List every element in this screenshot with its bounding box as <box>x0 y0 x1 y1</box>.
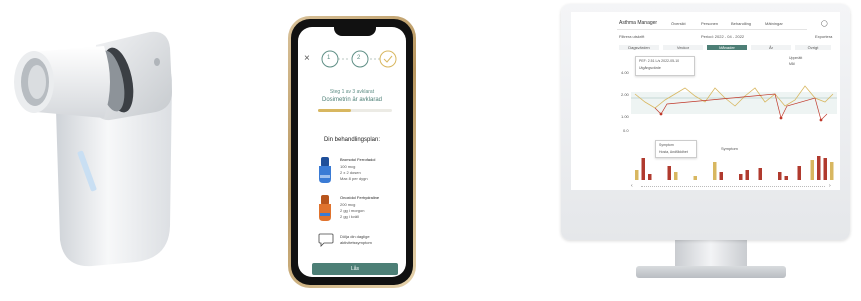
medication-dose: 200 mcg <box>340 202 356 207</box>
bar-tooltip: Symptom Hosta, Andfåddhet <box>655 140 697 158</box>
y-tick-label: 4.00 <box>621 70 629 75</box>
tab-weeks[interactable]: Veckor <box>663 45 703 50</box>
symptom-bar[interactable] <box>641 158 646 180</box>
nav-item[interactable]: Mätningar <box>765 21 783 26</box>
tab-days[interactable]: Dagsvärden <box>619 45 659 50</box>
medication-dose: 100 mcg <box>340 164 356 169</box>
symptom-bar[interactable] <box>830 162 834 180</box>
chevron-right-icon[interactable]: › <box>829 183 831 189</box>
phone-notch <box>334 27 376 36</box>
tab-other[interactable]: Övrigt <box>795 45 831 50</box>
bar-tooltip-line: Hosta, Andfåddhet <box>659 150 688 154</box>
monitor-screen: Asthma Manager Översikt Personen Behandl… <box>571 12 840 190</box>
step-status-text: Steg 1 av 3 avklarat <box>329 89 375 95</box>
user-icon[interactable]: ◯ <box>821 20 828 27</box>
medication-schedule: 2 x 2 dosen <box>340 170 361 175</box>
inhaler-blue-icon <box>319 157 331 183</box>
legend-item: Uppmätt <box>789 56 803 60</box>
symptom-bar[interactable] <box>674 172 678 180</box>
continue-button[interactable]: Lås <box>312 263 398 275</box>
data-point[interactable] <box>779 116 783 120</box>
nav-item[interactable]: Översikt <box>671 21 686 26</box>
note-line-1: Dölja din daglige <box>340 234 370 239</box>
symptom-bar[interactable] <box>693 176 698 180</box>
legend-item: Mål <box>789 62 795 66</box>
step-1-label: 1 <box>327 55 331 61</box>
note-line-2: aktivitetssymptom <box>340 240 372 245</box>
spirometer-device <box>0 0 200 296</box>
symptom-bar[interactable] <box>745 170 750 180</box>
step-indicator: × 1 2 <box>298 47 406 71</box>
phone-bezel: × 1 2 Steg 1 av 3 avklarat Dosimetrin är… <box>291 19 413 285</box>
chevron-left-icon[interactable]: ‹ <box>631 183 633 189</box>
symptom-bar[interactable] <box>778 172 782 180</box>
medication-name: Bromotol Ferrofadol <box>340 157 376 162</box>
y-tick-label: 2.00 <box>621 92 629 97</box>
symptom-bar[interactable] <box>667 166 672 180</box>
step-title: Dosimetrin är avklarad <box>321 97 383 103</box>
symptom-bar[interactable] <box>713 162 717 180</box>
chart-tooltip: PEF: 2.51 L/s 2022-05-10 Utgångsvärde <box>635 56 695 76</box>
symptom-bar[interactable] <box>739 174 743 180</box>
timeline-dots <box>641 186 825 188</box>
symptom-bar[interactable] <box>810 160 815 180</box>
symptom-bar[interactable] <box>823 158 828 180</box>
bar-tooltip-title: Symptom <box>659 143 674 147</box>
symptom-bar[interactable] <box>797 166 802 180</box>
medication-item: Bromotol Ferrofadol 100 mcg 2 x 2 dosen … <box>318 155 402 187</box>
monitor-stand-base <box>636 266 786 278</box>
medication-limit: Max 8 per dygn <box>340 176 368 181</box>
tab-years[interactable]: År <box>751 45 791 50</box>
chat-bubble-icon <box>318 233 334 247</box>
data-point[interactable] <box>819 118 823 122</box>
progress-bar <box>318 109 392 112</box>
inhaler-orange-icon <box>319 195 331 221</box>
target-band <box>631 92 837 114</box>
phone-screen: × 1 2 Steg 1 av 3 avklarat Dosimetrin är… <box>298 27 406 277</box>
symptom-bar[interactable] <box>719 172 724 180</box>
symptom-bar[interactable] <box>784 176 789 180</box>
progress-fill <box>318 109 352 112</box>
y-tick-label: 0.0 <box>623 128 629 133</box>
app-title: Asthma Manager <box>619 20 658 26</box>
symptom-bar[interactable] <box>635 170 639 180</box>
medication-name: Onoxidol Ferhydraline <box>340 195 380 200</box>
tooltip-title: PEF: 2.51 L/s 2022-05-10 <box>639 59 680 63</box>
period-tabs: Dagsvärden Veckor Månader År Övrigt <box>619 44 831 51</box>
medication-schedule: 2 gg i morgon <box>340 208 365 213</box>
smartphone: × 1 2 Steg 1 av 3 avklarat Dosimetrin är… <box>288 16 416 288</box>
y-tick-label: 1.00 <box>621 114 629 119</box>
nav-item[interactable]: Behandling <box>731 21 751 26</box>
symptom-bar[interactable] <box>758 168 763 180</box>
tab-months[interactable]: Månader <box>707 45 747 50</box>
desktop-monitor: Asthma Manager Översikt Personen Behandl… <box>561 4 850 240</box>
step-2-label: 2 <box>357 55 361 61</box>
export-link[interactable]: Exportera <box>815 34 832 39</box>
symptom-bar[interactable] <box>817 156 821 180</box>
filter-label[interactable]: Filtrera utskrift <box>619 34 644 39</box>
medication-schedule-2: 2 gg i kväll <box>340 214 359 219</box>
header-divider <box>617 29 807 30</box>
nav-item[interactable]: Personen <box>701 21 718 26</box>
symptom-bar[interactable] <box>648 174 652 180</box>
section-title: Din behandlingsplan: <box>323 137 381 143</box>
medication-item: Onoxidol Ferhydraline 200 mcg 2 gg i mor… <box>318 193 402 225</box>
note-item: Dölja din daglige aktivitetssymptom <box>318 231 402 253</box>
date-range[interactable]: Period: 2022 - 04 - 2022 <box>701 34 744 39</box>
data-point[interactable] <box>659 112 663 116</box>
close-icon[interactable]: × <box>304 53 310 64</box>
tooltip-line: Utgångsvärde <box>639 66 661 70</box>
monitor-chin <box>561 196 850 240</box>
